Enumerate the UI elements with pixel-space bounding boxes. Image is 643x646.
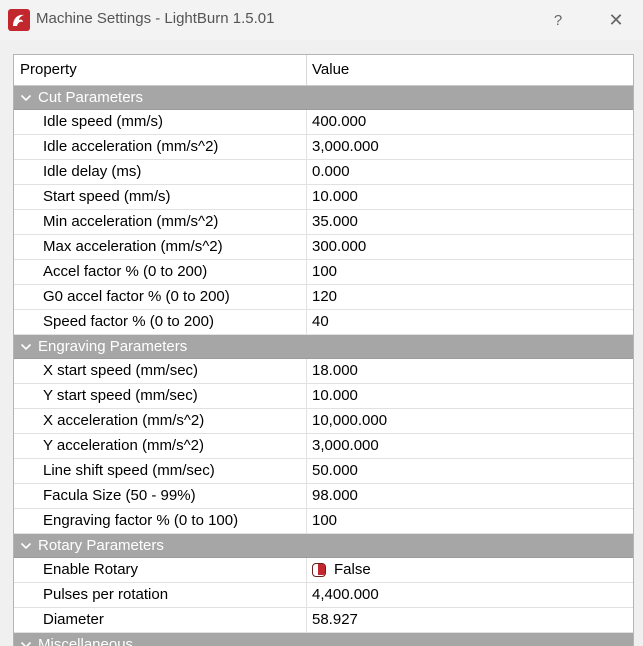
property-value[interactable]: 50.000: [307, 459, 633, 483]
table-header: Property Value: [14, 55, 633, 86]
property-value-text: 10,000.000: [312, 409, 387, 433]
group-row[interactable]: Rotary Parameters: [14, 534, 633, 558]
toggle-off-icon[interactable]: [312, 563, 326, 577]
property-value-text: 0.000: [312, 160, 350, 184]
property-value[interactable]: 10,000.000: [307, 409, 633, 433]
property-value-text: 120: [312, 285, 337, 309]
property-value[interactable]: 100: [307, 260, 633, 284]
property-name: Pulses per rotation: [14, 583, 307, 607]
table-body: Cut ParametersIdle speed (mm/s)400.000Id…: [14, 86, 633, 646]
lightburn-logo-icon: [8, 9, 30, 31]
properties-table: Property Value Cut Parameters Idle speed …: [13, 54, 634, 646]
table-row[interactable]: Engraving factor % (0 to 100)100: [14, 509, 633, 534]
table-row[interactable]: Max acceleration (mm/s^2)300.000: [14, 235, 633, 260]
title-bar: Machine Settings - LightBurn 1.5.01 ? ✕: [0, 0, 643, 40]
table-row[interactable]: Idle delay (ms)0.000: [14, 160, 633, 185]
group-row[interactable]: Cut Parameters: [14, 86, 633, 110]
property-name: Idle delay (ms): [14, 160, 307, 184]
window-title: Machine Settings - LightBurn 1.5.01: [36, 10, 274, 27]
property-name: Accel factor % (0 to 200): [14, 260, 307, 284]
table-row[interactable]: Y start speed (mm/sec)10.000: [14, 384, 633, 409]
property-value[interactable]: 400.000: [307, 110, 633, 134]
chevron-down-icon[interactable]: [14, 542, 38, 550]
help-button[interactable]: ?: [538, 6, 578, 34]
property-name: Min acceleration (mm/s^2): [14, 210, 307, 234]
property-value-text: 40: [312, 310, 329, 334]
property-value[interactable]: 120: [307, 285, 633, 309]
table-row[interactable]: Line shift speed (mm/sec)50.000: [14, 459, 633, 484]
property-value-text: 4,400.000: [312, 583, 379, 607]
property-name: G0 accel factor % (0 to 200): [14, 285, 307, 309]
property-value-text: 58.927: [312, 608, 358, 632]
table-row[interactable]: Pulses per rotation4,400.000: [14, 583, 633, 608]
table-row[interactable]: Accel factor % (0 to 200)100: [14, 260, 633, 285]
table-row[interactable]: Idle speed (mm/s)400.000: [14, 110, 633, 135]
column-header-property[interactable]: Property: [14, 55, 307, 85]
property-value-text: False: [334, 558, 371, 582]
property-value[interactable]: 3,000.000: [307, 434, 633, 458]
chevron-down-icon[interactable]: [14, 343, 38, 351]
property-name: Speed factor % (0 to 200): [14, 310, 307, 334]
column-header-value[interactable]: Value: [307, 55, 633, 85]
property-value[interactable]: 4,400.000: [307, 583, 633, 607]
property-name: Idle acceleration (mm/s^2): [14, 135, 307, 159]
property-name: Facula Size (50 - 99%): [14, 484, 307, 508]
group-row[interactable]: Engraving Parameters: [14, 335, 633, 359]
close-button[interactable]: ✕: [596, 6, 636, 34]
property-value-text: 400.000: [312, 110, 366, 134]
property-value-text: 300.000: [312, 235, 366, 259]
property-value-text: 10.000: [312, 185, 358, 209]
property-name: Idle speed (mm/s): [14, 110, 307, 134]
property-name: X start speed (mm/sec): [14, 359, 307, 383]
table-row[interactable]: G0 accel factor % (0 to 200)120: [14, 285, 633, 310]
property-value[interactable]: 18.000: [307, 359, 633, 383]
property-value[interactable]: 10.000: [307, 384, 633, 408]
property-name: X acceleration (mm/s^2): [14, 409, 307, 433]
property-name: Line shift speed (mm/sec): [14, 459, 307, 483]
property-value-text: 10.000: [312, 384, 358, 408]
property-value-text: 3,000.000: [312, 135, 379, 159]
property-value[interactable]: 300.000: [307, 235, 633, 259]
property-value[interactable]: 98.000: [307, 484, 633, 508]
table-row[interactable]: Facula Size (50 - 99%)98.000: [14, 484, 633, 509]
group-label: Rotary Parameters: [38, 537, 164, 554]
property-name: Y acceleration (mm/s^2): [14, 434, 307, 458]
property-name: Start speed (mm/s): [14, 185, 307, 209]
table-row[interactable]: Y acceleration (mm/s^2)3,000.000: [14, 434, 633, 459]
table-row[interactable]: Start speed (mm/s)10.000: [14, 185, 633, 210]
property-value[interactable]: 3,000.000: [307, 135, 633, 159]
property-value-text: 50.000: [312, 459, 358, 483]
property-name: Max acceleration (mm/s^2): [14, 235, 307, 259]
group-row[interactable]: Miscellaneous: [14, 633, 633, 646]
property-name: Y start speed (mm/sec): [14, 384, 307, 408]
property-name: Enable Rotary: [14, 558, 307, 582]
table-row[interactable]: Enable Rotary False: [14, 558, 633, 583]
table-row[interactable]: Diameter58.927: [14, 608, 633, 633]
chevron-down-icon[interactable]: [14, 641, 38, 646]
table-row[interactable]: X acceleration (mm/s^2)10,000.000: [14, 409, 633, 434]
property-value-text: 100: [312, 509, 337, 533]
property-name: Diameter: [14, 608, 307, 632]
property-value-text: 98.000: [312, 484, 358, 508]
table-row[interactable]: Speed factor % (0 to 200)40: [14, 310, 633, 335]
property-value-text: 3,000.000: [312, 434, 379, 458]
property-value-text: 18.000: [312, 359, 358, 383]
property-value[interactable]: False: [307, 558, 633, 582]
property-value[interactable]: 0.000: [307, 160, 633, 184]
group-label: Engraving Parameters: [38, 338, 187, 355]
property-value-text: 100: [312, 260, 337, 284]
table-row[interactable]: Idle acceleration (mm/s^2)3,000.000: [14, 135, 633, 160]
table-row[interactable]: X start speed (mm/sec)18.000: [14, 359, 633, 384]
property-value[interactable]: 10.000: [307, 185, 633, 209]
property-value[interactable]: 40: [307, 310, 633, 334]
chevron-down-icon[interactable]: [14, 94, 38, 102]
property-value[interactable]: 58.927: [307, 608, 633, 632]
property-value-text: 35.000: [312, 210, 358, 234]
group-label: Cut Parameters: [38, 89, 143, 106]
property-value[interactable]: 35.000: [307, 210, 633, 234]
table-row[interactable]: Min acceleration (mm/s^2)35.000: [14, 210, 633, 235]
property-value[interactable]: 100: [307, 509, 633, 533]
property-name: Engraving factor % (0 to 100): [14, 509, 307, 533]
